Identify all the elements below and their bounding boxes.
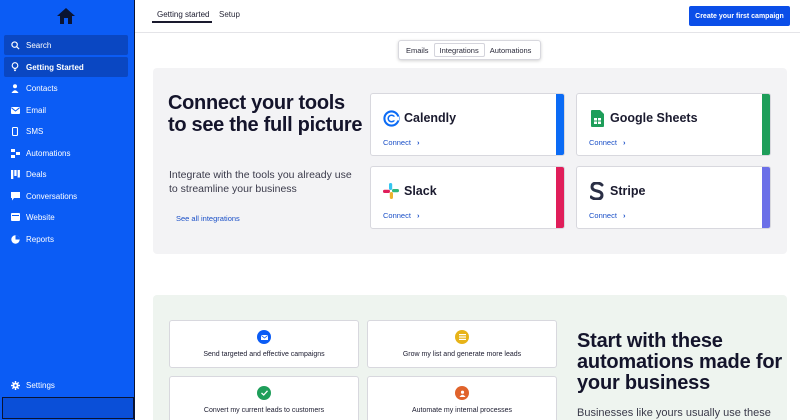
sidebar-item-reports[interactable]: Reports	[4, 229, 128, 249]
sidebar-item-label: Conversations	[26, 191, 78, 201]
see-all-integrations-link[interactable]: See all integrations	[176, 214, 240, 223]
automation-card-grow-list[interactable]: Grow my list and generate more leads	[367, 320, 557, 368]
google-sheets-logo	[588, 109, 606, 127]
envelope-icon	[4, 106, 26, 114]
website-icon	[4, 213, 26, 221]
pie-chart-icon	[4, 234, 26, 244]
sidebar-divider	[134, 0, 135, 420]
person-icon	[4, 83, 26, 93]
integration-card-slack[interactable]: Slack Connect ›	[370, 166, 565, 229]
accent-stripe	[762, 94, 770, 155]
segment-integrations[interactable]: Integrations	[433, 43, 485, 57]
chat-icon	[4, 191, 26, 201]
sidebar-item-label: Settings	[26, 380, 55, 390]
tab-getting-started[interactable]: Getting started	[157, 10, 209, 19]
integrations-headline: Connect your tools to see the full pictu…	[168, 92, 363, 136]
integration-name: Google Sheets	[610, 111, 698, 125]
sidebar-item-search[interactable]: Search	[4, 35, 128, 55]
content-type-switcher: Emails Integrations Automations	[398, 40, 541, 60]
gear-person-icon	[455, 386, 469, 400]
sidebar-item-label: Getting Started	[26, 62, 84, 72]
integration-name: Calendly	[404, 111, 457, 125]
integration-card-google-sheets[interactable]: Google Sheets Connect ›	[576, 93, 771, 156]
account-menu[interactable]	[2, 397, 134, 419]
list-icon	[455, 330, 469, 344]
create-campaign-button[interactable]: Create your first campaign	[689, 6, 790, 26]
tab-setup[interactable]: Setup	[219, 10, 240, 19]
segment-emails[interactable]: Emails	[401, 43, 434, 57]
gear-icon	[4, 380, 26, 390]
connect-link[interactable]: Connect ›	[383, 211, 419, 220]
integration-name: Stripe	[610, 184, 646, 198]
sidebar-item-label: Search	[26, 40, 52, 50]
connect-link[interactable]: Connect ›	[383, 138, 419, 147]
slack-logo	[382, 182, 400, 200]
sidebar-item-label: SMS	[26, 126, 44, 136]
sidebar-item-label: Email	[26, 105, 47, 115]
sidebar-item-contacts[interactable]: Contacts	[4, 78, 128, 98]
envelope-icon	[257, 330, 271, 344]
accent-stripe	[556, 167, 564, 228]
chevron-right-icon: ›	[416, 211, 420, 220]
sidebar-item-automations[interactable]: Automations	[4, 143, 128, 163]
deals-icon	[4, 169, 26, 179]
top-bar: Getting started Setup Create your first …	[135, 0, 800, 33]
sidebar-item-sms[interactable]: SMS	[4, 121, 128, 141]
automations-headline: Start with these automations made for yo…	[577, 330, 782, 394]
automation-card-convert-leads[interactable]: Convert my current leads to customers	[169, 376, 359, 420]
sidebar-item-website[interactable]: Website	[4, 207, 128, 227]
automation-label: Convert my current leads to customers	[203, 407, 325, 414]
automation-label: Grow my list and generate more leads	[402, 351, 522, 358]
active-tab-indicator	[152, 21, 212, 23]
integration-name: Slack	[404, 184, 437, 198]
phone-icon	[4, 126, 26, 136]
sidebar-item-conversations[interactable]: Conversations	[4, 186, 128, 206]
sidebar-item-email[interactable]: Email	[4, 100, 128, 120]
accent-stripe	[762, 167, 770, 228]
lightbulb-icon	[4, 62, 26, 72]
integration-card-calendly[interactable]: Calendly Connect ›	[370, 93, 565, 156]
stripe-logo	[588, 182, 606, 200]
integrations-subtext: Integrate with the tools you already use…	[169, 169, 352, 195]
sidebar-item-label: Automations	[26, 148, 71, 158]
sidebar-item-deals[interactable]: Deals	[4, 164, 128, 184]
automations-icon	[4, 148, 26, 158]
home-logo-icon[interactable]	[56, 7, 76, 25]
chevron-right-icon: ›	[622, 138, 626, 147]
sidebar-item-settings[interactable]: Settings	[4, 375, 128, 395]
calendly-logo	[382, 109, 400, 127]
accent-stripe	[556, 94, 564, 155]
sidebar-item-label: Contacts	[26, 83, 58, 93]
automation-label: Automate my internal processes	[412, 407, 512, 414]
check-icon	[257, 386, 271, 400]
connect-link[interactable]: Connect ›	[589, 138, 625, 147]
sidebar-item-getting-started[interactable]: Getting Started	[4, 57, 128, 77]
sidebar: Search Getting Started Contacts Email SM…	[0, 0, 134, 420]
automation-label: Send targeted and effective campaigns	[203, 351, 325, 358]
integration-card-stripe[interactable]: Stripe Connect ›	[576, 166, 771, 229]
segment-automations[interactable]: Automations	[485, 43, 537, 57]
automation-card-campaigns[interactable]: Send targeted and effective campaigns	[169, 320, 359, 368]
automations-subtext: Businesses like yours usually use these	[577, 407, 771, 419]
sidebar-item-label: Website	[26, 212, 55, 222]
sidebar-item-label: Reports	[26, 234, 55, 244]
automation-card-internal-processes[interactable]: Automate my internal processes	[367, 376, 557, 420]
sidebar-item-label: Deals	[26, 169, 47, 179]
chevron-right-icon: ›	[622, 211, 626, 220]
search-icon	[4, 40, 26, 50]
connect-link[interactable]: Connect ›	[589, 211, 625, 220]
chevron-right-icon: ›	[416, 138, 420, 147]
